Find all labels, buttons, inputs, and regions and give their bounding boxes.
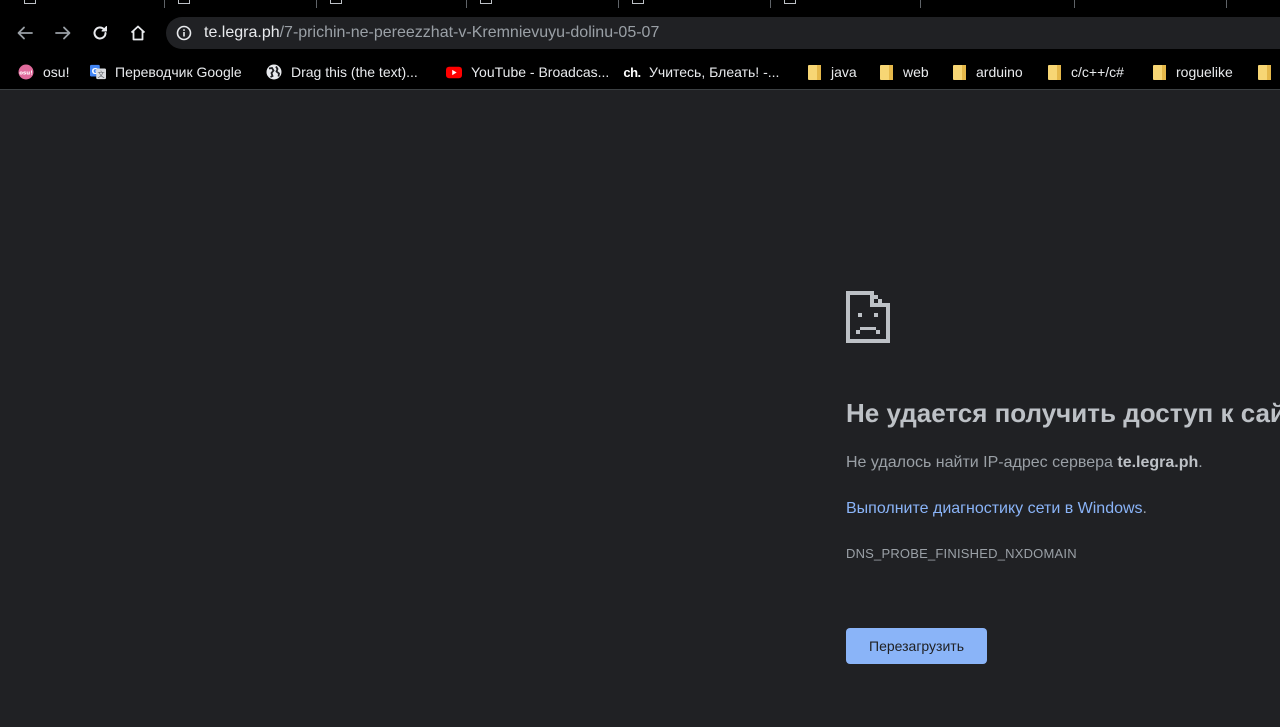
diagnostics-link[interactable]: Выполните диагностику сети в Windows — [846, 500, 1143, 517]
error-description-text: Не удалось найти IP-адрес сервера — [846, 454, 1118, 471]
bookmarks-bar: osu! osu! G文 Переводчик Google Drag this… — [0, 56, 1280, 90]
tab-favicon-icon — [480, 0, 492, 4]
tab-favicon-icon — [632, 0, 644, 4]
diagnostics-line: Выполните диагностику сети в Windows. — [846, 500, 1147, 518]
bookmark-osu[interactable]: osu! osu! — [18, 61, 69, 83]
bookmark-drag-this[interactable]: Drag this (the text)... — [266, 61, 418, 83]
url-host: te.legra.ph — [204, 24, 280, 41]
bookmark-label: Drag this (the text)... — [291, 64, 418, 80]
folder-icon — [878, 64, 894, 80]
svg-text:osu!: osu! — [19, 71, 32, 77]
home-icon — [130, 25, 146, 41]
tab-favicon-icon — [178, 0, 190, 4]
url-text[interactable]: te.legra.ph/7-prichin-ne-pereezzhat-v-Kr… — [204, 24, 659, 42]
error-description: Не удалось найти IP-адрес сервера te.leg… — [846, 454, 1203, 472]
bookmark-label: arduino — [976, 64, 1023, 80]
tab-separator — [770, 0, 771, 8]
reload-icon — [93, 26, 107, 40]
sad-page-icon — [846, 291, 890, 343]
error-description-suffix: . — [1198, 454, 1203, 471]
folder-icon — [806, 64, 822, 80]
error-code: DNS_PROBE_FINISHED_NXDOMAIN — [846, 546, 1077, 561]
osu-icon: osu! — [18, 64, 34, 80]
bookmark-folder-arduino[interactable]: arduino — [951, 61, 1023, 83]
folder-icon — [1046, 64, 1062, 80]
forward-icon — [55, 26, 71, 40]
tab-separator — [1074, 0, 1075, 8]
bookmark-youtube[interactable]: YouTube - Broadcas... — [446, 61, 609, 83]
bookmark-label: osu! — [43, 64, 70, 80]
bookmark-label: roguelike — [1176, 64, 1233, 80]
info-icon[interactable] — [176, 25, 192, 41]
folder-icon — [1151, 64, 1167, 80]
reload-page-button[interactable]: Перезагрузить — [846, 628, 987, 664]
tab-separator — [920, 0, 921, 8]
google-translate-icon: G文 — [90, 64, 106, 80]
tab-separator — [1226, 0, 1227, 8]
page-content: Не удается получить доступ к сайту Не уд… — [0, 90, 1280, 727]
folder-icon — [951, 64, 967, 80]
youtube-icon — [446, 64, 462, 80]
bookmark-folder-cpp[interactable]: c/c++/c# — [1046, 61, 1124, 83]
folder-icon — [1256, 64, 1272, 80]
svg-text:文: 文 — [98, 70, 105, 79]
url-path: /7-prichin-ne-pereezzhat-v-Kremnievuyu-d… — [279, 24, 660, 41]
bookmark-label: YouTube - Broadcas... — [471, 64, 610, 80]
tab-favicon-icon — [784, 0, 796, 4]
tab-separator — [316, 0, 317, 8]
globe-icon — [266, 64, 282, 80]
bookmark-folder-more[interactable] — [1256, 61, 1280, 83]
address-bar[interactable]: te.legra.ph/7-prichin-ne-pereezzhat-v-Kr… — [166, 17, 1280, 49]
back-button[interactable] — [11, 19, 39, 47]
bookmark-google-translate[interactable]: G文 Переводчик Google — [90, 61, 242, 83]
tab-favicon-icon — [24, 0, 36, 4]
tab-strip[interactable] — [0, 0, 1280, 10]
bookmark-label: web — [903, 64, 929, 80]
tab-separator — [618, 0, 619, 8]
bookmark-label: Переводчик Google — [115, 64, 242, 80]
bookmark-folder-java[interactable]: java — [806, 61, 857, 83]
error-host: te.legra.ph — [1117, 454, 1199, 471]
tab-separator — [466, 0, 467, 8]
bookmark-label: Учитесь, Блеать! -... — [649, 64, 780, 80]
ch-icon: ch. — [623, 64, 641, 80]
bookmark-folder-roguelike[interactable]: roguelike — [1151, 61, 1233, 83]
browser-toolbar: te.legra.ph/7-prichin-ne-pereezzhat-v-Kr… — [0, 10, 1280, 56]
home-button[interactable] — [124, 19, 152, 47]
bookmark-label: java — [831, 64, 857, 80]
tab-separator — [164, 0, 165, 8]
error-title: Не удается получить доступ к сайту — [846, 398, 1280, 428]
back-icon — [17, 26, 33, 40]
bookmark-folder-web[interactable]: web — [878, 61, 929, 83]
bookmark-uchites[interactable]: ch. Учитесь, Блеать! -... — [623, 61, 780, 83]
forward-button[interactable] — [49, 19, 77, 47]
bookmark-label: c/c++/c# — [1071, 64, 1124, 80]
tab-favicon-icon — [330, 0, 342, 4]
reload-button[interactable] — [86, 19, 114, 47]
diagnostics-suffix: . — [1142, 500, 1147, 517]
